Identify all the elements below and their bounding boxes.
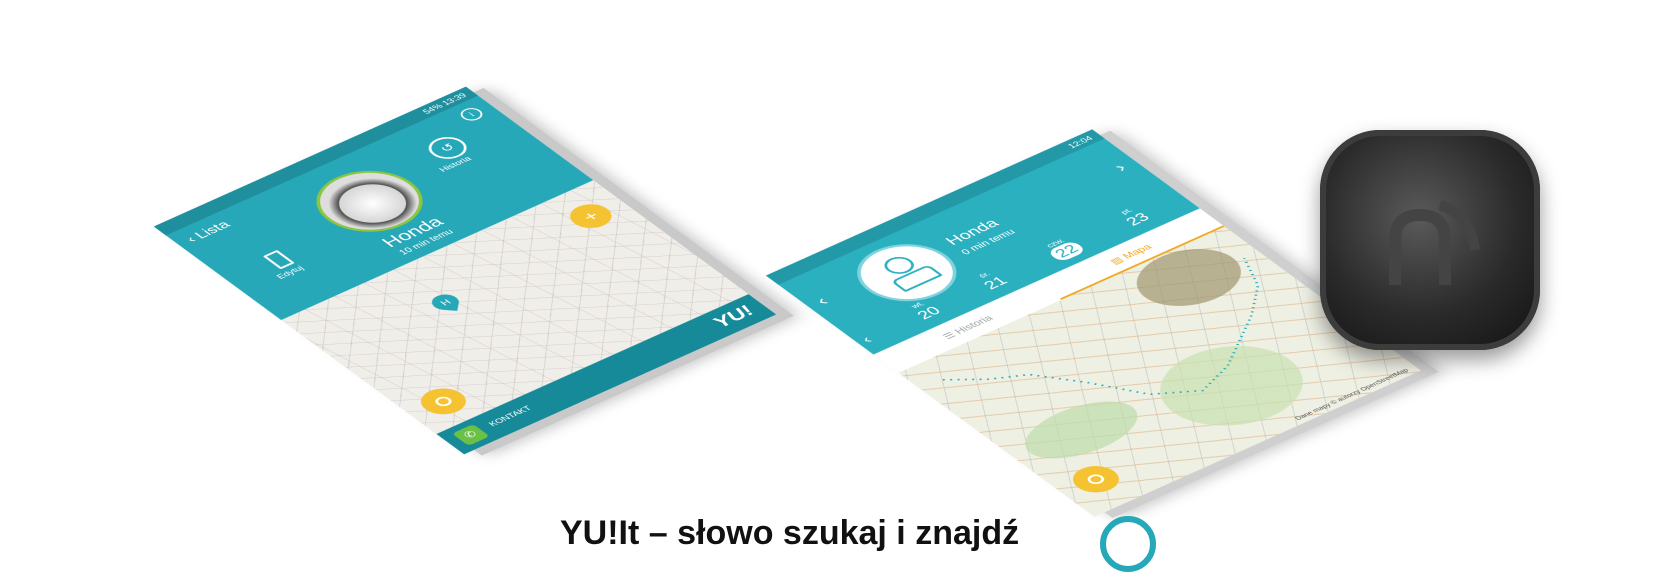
prev-week-icon[interactable]: ‹ (857, 333, 877, 346)
back-label: Lista (191, 218, 234, 241)
info-icon[interactable]: i (456, 105, 487, 123)
left-phone-mockup: 54% 13:39 ‹ Lista i ↺ Historia Edytuj Ho… (153, 61, 866, 478)
chevron-right-icon[interactable]: › (1108, 160, 1132, 176)
phone-icon[interactable]: ✆ (451, 424, 490, 446)
chevron-left-icon[interactable]: ‹ (810, 293, 834, 309)
contact-button[interactable]: KONTAKT (486, 404, 533, 427)
left-phone-screen: 54% 13:39 ‹ Lista i ↺ Historia Edytuj Ho… (153, 86, 777, 455)
tab-label: Mapa (1119, 242, 1155, 261)
device-logo-icon (1389, 200, 1480, 285)
circle-logo-icon (1100, 516, 1156, 572)
gps-tracker-device (1320, 130, 1540, 350)
footer-title: YU!It – słowo szukaj i znajdź (560, 514, 1020, 552)
